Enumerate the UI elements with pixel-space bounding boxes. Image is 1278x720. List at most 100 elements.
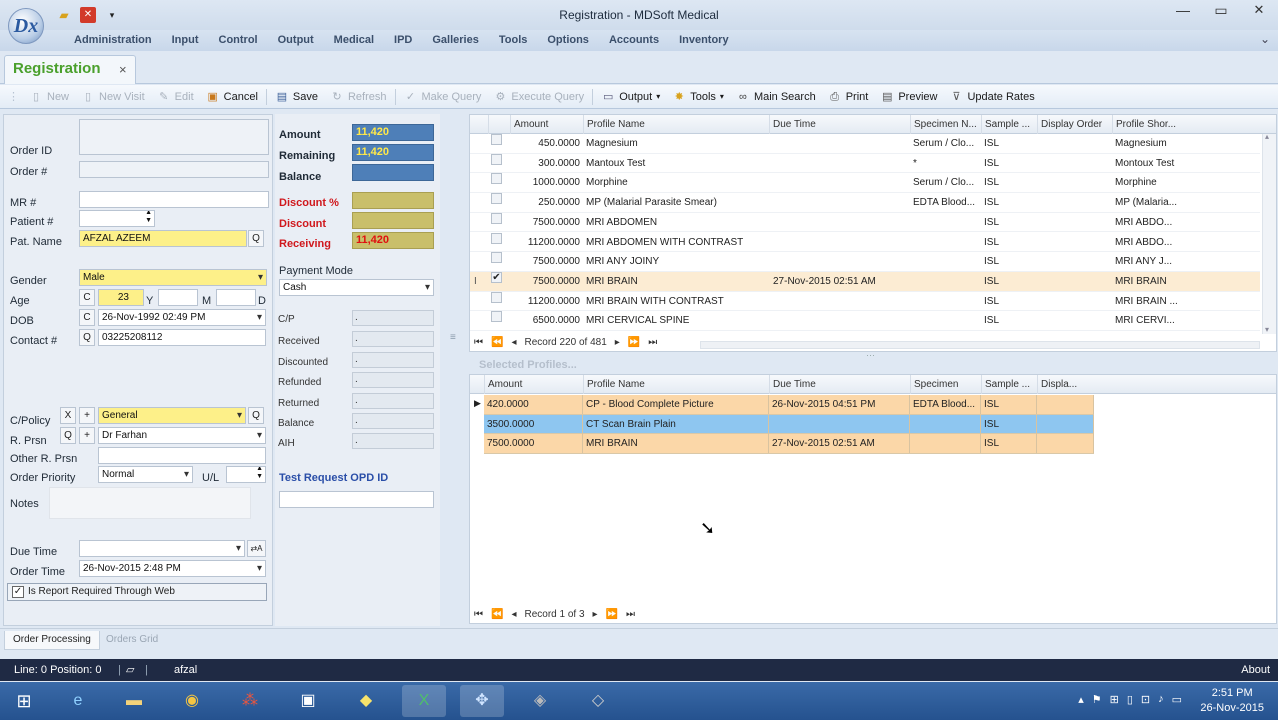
minimize-button[interactable]: — bbox=[1164, 0, 1202, 22]
menu-accounts[interactable]: Accounts bbox=[599, 30, 669, 51]
scroll-down-icon[interactable]: ▾ bbox=[1265, 325, 1269, 334]
header-amount[interactable]: Amount bbox=[510, 115, 583, 134]
gender-select[interactable]: Male bbox=[79, 269, 267, 286]
order-no-field[interactable] bbox=[79, 161, 269, 178]
age-c-button[interactable]: C bbox=[79, 289, 95, 306]
notes-field[interactable] bbox=[49, 487, 251, 519]
last-record-icon[interactable]: ⏭ bbox=[648, 337, 657, 348]
rprsn-search-button[interactable]: Q bbox=[60, 427, 76, 444]
rprsn-select[interactable]: Dr Farhan bbox=[98, 427, 266, 444]
payment-mode-select[interactable]: Cash bbox=[279, 279, 434, 296]
prev-page-icon[interactable]: ⏪ bbox=[491, 337, 503, 348]
discount-field[interactable] bbox=[352, 212, 434, 229]
tray-device-icon[interactable]: ▯ bbox=[1127, 693, 1133, 706]
table-row[interactable]: 6500.0000 MRI CERVICAL SPINE ISL MRI CERVI.… bbox=[470, 311, 1260, 331]
menu-control[interactable]: Control bbox=[209, 30, 268, 51]
cpolicy-clear-button[interactable]: X bbox=[60, 407, 76, 424]
menu-output[interactable]: Output bbox=[268, 30, 324, 51]
preview-button[interactable]: ▤ Preview bbox=[874, 86, 943, 108]
rprsn-add-button[interactable]: + bbox=[79, 427, 95, 444]
main-search-button[interactable]: ∞ Main Search bbox=[730, 86, 822, 108]
table-row[interactable]: 7500.0000 MRI ANY JOINY ISL MRI ANY J... bbox=[470, 252, 1260, 272]
report-web-checkbox[interactable]: ✓ bbox=[12, 586, 24, 598]
internet-explorer-icon[interactable]: e bbox=[56, 685, 100, 717]
first-record-icon[interactable]: ⏮ bbox=[474, 609, 483, 620]
maximize-button[interactable]: ▭ bbox=[1202, 0, 1240, 22]
contact-search-button[interactable]: Q bbox=[79, 329, 95, 346]
age-days-field[interactable] bbox=[216, 289, 256, 306]
panel-splitter[interactable]: ≡ bbox=[444, 114, 468, 626]
row-checkbox[interactable] bbox=[491, 153, 502, 165]
excel-icon[interactable]: X bbox=[402, 685, 446, 717]
tray-flag-icon[interactable]: ⚑ bbox=[1092, 693, 1102, 706]
app-logo[interactable]: Dx bbox=[8, 8, 44, 44]
patient-no-spinner[interactable]: ▲ ▼ bbox=[79, 210, 155, 227]
age-months-field[interactable] bbox=[158, 289, 198, 306]
header-amount[interactable]: Amount bbox=[484, 375, 583, 394]
menu-tools[interactable]: Tools bbox=[489, 30, 538, 51]
tab-registration[interactable]: Registration × bbox=[4, 55, 136, 84]
print-button[interactable]: ⎙ Print bbox=[822, 86, 875, 108]
tray-volume-icon[interactable]: ♪ bbox=[1158, 693, 1164, 706]
tab-order-processing[interactable]: Order Processing bbox=[4, 631, 100, 650]
row-checkbox[interactable]: ✔ bbox=[491, 271, 502, 283]
spinner-icon[interactable]: ▲ ▼ bbox=[145, 211, 152, 225]
cpolicy-select[interactable]: General bbox=[98, 407, 246, 424]
header-display-order[interactable]: Display Order bbox=[1037, 115, 1112, 134]
collapse-ribbon-icon[interactable]: ⌄ bbox=[1260, 32, 1270, 46]
row-checkbox[interactable] bbox=[491, 212, 502, 224]
header-specimen[interactable]: Specimen N... bbox=[910, 115, 981, 134]
receiving-field[interactable]: 11,420 bbox=[352, 232, 434, 249]
ul-spinner[interactable]: ▲ ▼ bbox=[226, 466, 266, 483]
contact-field[interactable]: 03225208112 bbox=[98, 329, 266, 346]
dob-c-button[interactable]: C bbox=[79, 309, 95, 326]
row-checkbox[interactable] bbox=[491, 193, 502, 205]
age-years-field[interactable]: 23 bbox=[98, 289, 144, 306]
terminal-icon[interactable]: ◇ bbox=[576, 685, 620, 717]
table-row[interactable]: 3500.0000 CT Scan Brain Plain ISL bbox=[484, 414, 1094, 435]
prev-record-icon[interactable]: ◂ bbox=[511, 609, 516, 620]
tray-up-icon[interactable]: ▴ bbox=[1078, 693, 1084, 706]
cpolicy-add-button[interactable]: + bbox=[79, 407, 95, 424]
header-specimen[interactable]: Specimen bbox=[910, 375, 981, 394]
menu-ipd[interactable]: IPD bbox=[384, 30, 422, 51]
first-record-icon[interactable]: ⏮ bbox=[474, 337, 483, 348]
profiles-grid-hscroll[interactable] bbox=[700, 341, 1260, 349]
menu-input[interactable]: Input bbox=[162, 30, 209, 51]
menu-medical[interactable]: Medical bbox=[324, 30, 384, 51]
table-row[interactable]: 7500.0000 MRI BRAIN 27-Nov-2015 02:51 AM IS… bbox=[484, 434, 1094, 455]
check-header[interactable] bbox=[488, 115, 510, 134]
prev-page-icon[interactable]: ⏪ bbox=[491, 609, 503, 620]
menu-options[interactable]: Options bbox=[537, 30, 599, 51]
new-visit-button[interactable]: ▯ New Visit bbox=[75, 86, 151, 108]
mr-field[interactable] bbox=[79, 191, 269, 208]
header-due-time[interactable]: Due Time bbox=[769, 375, 910, 394]
splitter-grip-icon[interactable]: ≡ bbox=[450, 332, 456, 343]
tray-windows-icon[interactable]: ⊞ bbox=[1110, 693, 1119, 706]
splitter-grip-icon[interactable]: ⋯ bbox=[866, 350, 875, 361]
next-record-icon[interactable]: ▸ bbox=[593, 609, 598, 620]
system-clock[interactable]: 2:51 PM 26-Nov-2015 bbox=[1200, 686, 1264, 716]
header-display[interactable]: Displa... bbox=[1037, 375, 1093, 394]
discount-pct-field[interactable] bbox=[352, 192, 434, 209]
header-due-time[interactable]: Due Time bbox=[769, 115, 910, 134]
refresh-button[interactable]: ↻ Refresh bbox=[324, 86, 393, 108]
about-link[interactable]: About bbox=[1241, 659, 1270, 681]
tab-orders-grid[interactable]: Orders Grid bbox=[98, 631, 166, 650]
make-query-button[interactable]: ✓ Make Query bbox=[398, 86, 488, 108]
output-dropdown[interactable]: ▭ Output ▾ bbox=[595, 86, 666, 108]
sticky-notes-icon[interactable]: ◆ bbox=[344, 685, 388, 717]
prev-record-icon[interactable]: ◂ bbox=[511, 337, 516, 348]
table-row[interactable]: 11200.0000 MRI BRAIN WITH CONTRAST ISL MRI … bbox=[470, 291, 1260, 312]
cancel-button[interactable]: ▣ Cancel bbox=[200, 86, 264, 108]
pat-name-search-button[interactable]: Q bbox=[248, 230, 264, 247]
close-button[interactable]: ✕ bbox=[1240, 0, 1278, 22]
next-page-icon[interactable]: ⏩ bbox=[606, 609, 618, 620]
report-web-checkbox-row[interactable]: ✓ Is Report Required Through Web bbox=[7, 583, 267, 601]
tab-close-icon[interactable]: × bbox=[119, 62, 127, 77]
next-page-icon[interactable]: ⏩ bbox=[628, 337, 640, 348]
row-checkbox[interactable] bbox=[491, 134, 502, 145]
row-checkbox[interactable] bbox=[491, 291, 502, 303]
menu-administration[interactable]: Administration bbox=[64, 30, 162, 51]
update-rates-button[interactable]: ⊽ Update Rates bbox=[943, 86, 1040, 108]
